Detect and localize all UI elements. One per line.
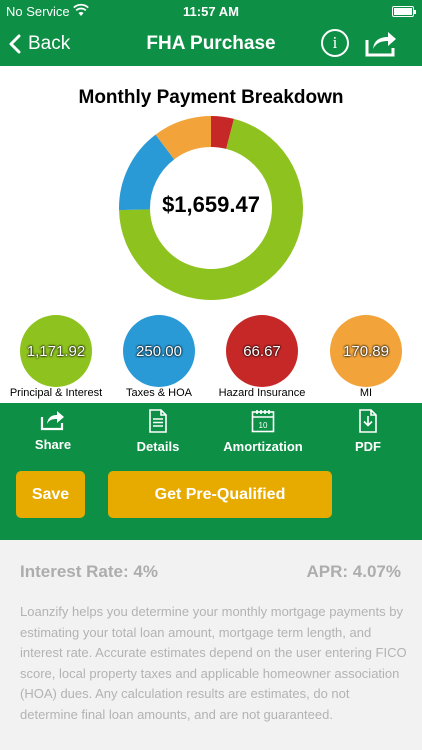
share-action[interactable]: Share bbox=[3, 409, 103, 463]
get-prequalified-button[interactable]: Get Pre-Qualified bbox=[108, 471, 332, 518]
info-button[interactable]: i bbox=[321, 29, 349, 57]
monthly-total: $1,659.47 bbox=[162, 192, 260, 217]
rates-row: Interest Rate: 4% APR: 4.07% bbox=[0, 562, 422, 584]
interest-rate: Interest Rate: 4% bbox=[20, 562, 158, 581]
download-icon bbox=[359, 409, 377, 433]
top-bar: No Service 11:57 AM Back FHA Purchase i bbox=[0, 0, 422, 66]
action-panel: Share Details 10 Amortization PDF Save G… bbox=[0, 403, 422, 540]
amortization-action[interactable]: 10 Amortization bbox=[213, 409, 313, 463]
save-button[interactable]: Save bbox=[16, 471, 85, 518]
apr-rate: APR: 4.07% bbox=[306, 562, 401, 581]
nav-bar: Back FHA Purchase i bbox=[0, 22, 422, 66]
clock: 11:57 AM bbox=[183, 4, 239, 19]
taxes-hoa-circle: 250.00 bbox=[123, 315, 195, 387]
principal-interest-label: Principal & Interest bbox=[9, 387, 103, 399]
calendar-icon: 10 bbox=[251, 410, 275, 433]
taxes-hoa-label: Taxes & HOA bbox=[125, 387, 193, 399]
pdf-action[interactable]: PDF bbox=[318, 409, 418, 463]
mi-value: 170.89 bbox=[343, 342, 389, 360]
hazard-insurance-label: Hazard Insurance bbox=[218, 387, 306, 399]
details-label: Details bbox=[136, 439, 180, 454]
status-bar: No Service 11:57 AM bbox=[0, 0, 422, 22]
hazard-insurance-value: 66.67 bbox=[243, 342, 281, 360]
share-label: Share bbox=[34, 437, 72, 452]
mi-circle: 170.89 bbox=[330, 315, 402, 387]
mi-label: MI bbox=[359, 387, 373, 399]
hazard-insurance-circle: 66.67 bbox=[226, 315, 298, 387]
disclaimer-text: Loanzify helps you determine your monthl… bbox=[20, 604, 407, 722]
taxes-hoa-value: 250.00 bbox=[136, 342, 182, 360]
amortization-label: Amortization bbox=[223, 439, 303, 454]
mi-segment bbox=[155, 116, 212, 160]
principal-interest-circle: 1,171.92 bbox=[20, 315, 92, 387]
share-icon bbox=[40, 411, 64, 431]
share-icon[interactable] bbox=[364, 28, 398, 58]
battery-icon bbox=[392, 6, 416, 17]
details-action[interactable]: Details bbox=[108, 409, 208, 463]
calendar-day: 10 bbox=[259, 421, 268, 430]
pdf-label: PDF bbox=[355, 439, 381, 454]
document-icon bbox=[149, 409, 167, 433]
breakdown-title: Monthly Payment Breakdown bbox=[78, 87, 344, 108]
payment-breakdown-card: Monthly Payment Breakdown $1,659.47 1,17… bbox=[0, 66, 422, 403]
principal-interest-value: 1,171.92 bbox=[26, 342, 86, 360]
hazard-insurance-segment bbox=[210, 116, 234, 150]
page-title: FHA Purchase bbox=[146, 33, 276, 54]
